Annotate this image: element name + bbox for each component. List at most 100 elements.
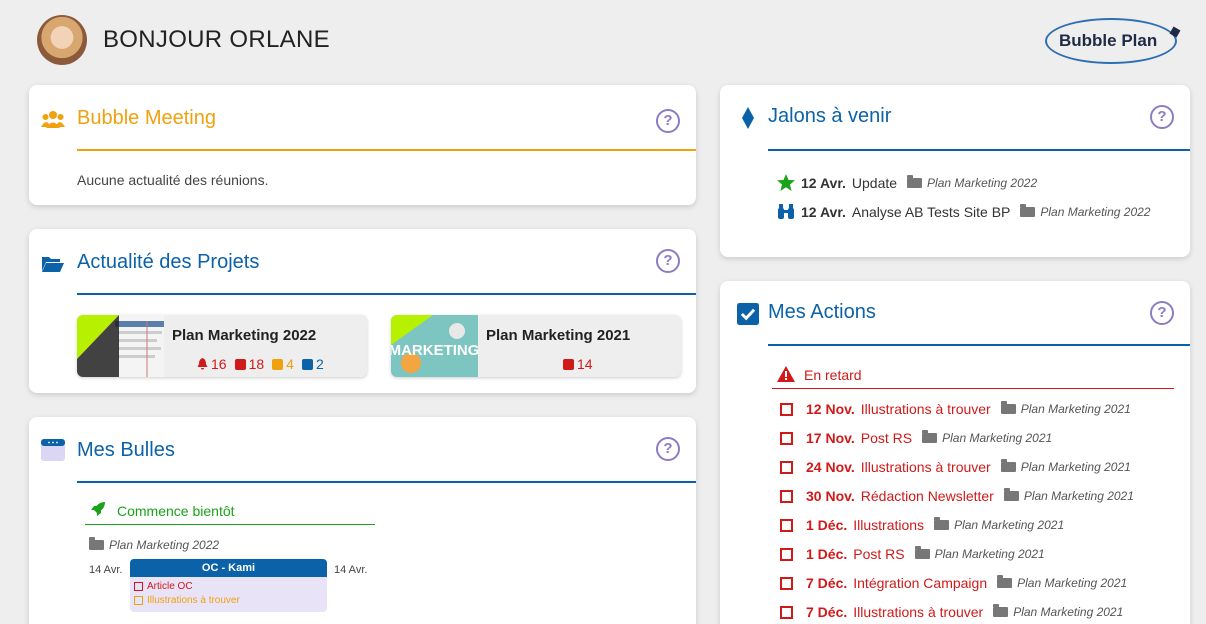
project-name: Plan Marketing 2022 — [109, 538, 220, 552]
folder-icon — [934, 517, 950, 530]
divider — [77, 293, 696, 295]
greeting-title: BONJOUR ORLANE — [103, 26, 330, 53]
page-header: BONJOUR ORLANE Bubble Plan — [0, 0, 1206, 80]
bubble-end-date: 14 Avr. — [334, 564, 368, 576]
overdue-label: En retard — [804, 367, 862, 383]
bubble-card[interactable]: OC - Kami Article OC Illustrations à tro… — [130, 559, 327, 612]
tasks-stat: 18 — [234, 356, 264, 372]
action-name[interactable]: Post RS — [853, 546, 904, 562]
action-name[interactable]: Illustrations à trouver — [853, 604, 983, 620]
bubble-title: OC - Kami — [130, 559, 327, 577]
checkbox-icon[interactable] — [780, 576, 793, 590]
divider — [77, 481, 696, 483]
project-name: Plan Marketing 2021 — [1013, 605, 1124, 619]
help-icon[interactable]: ? — [1150, 301, 1174, 325]
calendar-icon — [41, 439, 65, 461]
project-label: Plan Marketing 2022 — [1020, 203, 1150, 219]
bubble-plan-logo[interactable]: Bubble Plan — [1045, 18, 1181, 64]
project-name: Plan Marketing 2021 — [942, 431, 1053, 445]
events-stat: 2 — [301, 356, 324, 372]
checkbox-icon[interactable] — [780, 489, 793, 503]
tasks-stat: 14 — [563, 356, 593, 372]
todo-stat: 4 — [272, 356, 294, 372]
action-name[interactable]: Rédaction Newsletter — [861, 488, 994, 504]
project-name: Plan Marketing 2021 — [1020, 460, 1131, 474]
milestone-row[interactable]: 12 Avr. Analyse AB Tests Site BP Plan Ma… — [777, 203, 1150, 220]
card-title: Mes Bulles — [77, 439, 175, 461]
action-name[interactable]: Illustrations — [853, 517, 924, 533]
avatar[interactable] — [37, 15, 87, 65]
tasks-count: 14 — [577, 356, 593, 372]
folder-icon — [1000, 401, 1016, 414]
bubble-task[interactable]: Article OC — [130, 579, 327, 593]
star-icon — [777, 174, 795, 191]
milestone-name: Analyse AB Tests Site BP — [851, 203, 1011, 220]
project-tile[interactable]: MARKETING Plan Marketing 2021 14 — [391, 315, 681, 377]
checkbox-icon[interactable] — [780, 431, 793, 445]
action-row[interactable]: 17 Nov. Post RS Plan Marketing 2021 — [780, 430, 1052, 446]
checkbox-icon[interactable] — [780, 460, 793, 474]
project-label: Plan Marketing 2021 — [1003, 488, 1134, 503]
folder-icon — [914, 546, 930, 559]
help-icon[interactable]: ? — [1150, 105, 1174, 129]
action-name[interactable]: Illustrations à trouver — [861, 401, 991, 417]
project-label: Plan Marketing 2021 — [914, 546, 1045, 561]
starting-soon-label: Commence bientôt — [117, 503, 235, 519]
card-title: Jalons à venir — [768, 105, 892, 127]
checkbox-icon[interactable] — [134, 581, 143, 591]
card-title: Bubble Meeting — [77, 107, 216, 129]
action-row[interactable]: 1 Déc. Illustrations Plan Marketing 2021 — [780, 517, 1064, 533]
folder-icon — [1003, 488, 1019, 501]
section-divider — [85, 524, 375, 525]
action-date: 17 Nov. — [806, 430, 855, 446]
overdue-divider — [772, 388, 1174, 389]
action-row[interactable]: 1 Déc. Post RS Plan Marketing 2021 — [780, 546, 1045, 562]
help-icon[interactable]: ? — [656, 249, 680, 273]
bubble-task[interactable]: Illustrations à trouver — [130, 593, 327, 607]
checkbox-icon[interactable] — [780, 547, 793, 561]
checkbox-icon[interactable] — [780, 402, 793, 416]
project-label: Plan Marketing 2021 — [934, 517, 1065, 532]
action-date: 12 Nov. — [806, 401, 855, 417]
rocket-icon — [91, 502, 105, 516]
action-name[interactable]: Intégration Campaign — [853, 575, 987, 591]
help-icon[interactable]: ? — [656, 437, 680, 461]
folder-icon — [922, 430, 938, 443]
action-row[interactable]: 30 Nov. Rédaction Newsletter Plan Marketin… — [780, 488, 1134, 504]
divider — [768, 149, 1190, 151]
project-name: Plan Marketing 2021 — [1017, 576, 1128, 590]
checkbox-checked-icon — [737, 303, 759, 325]
action-row[interactable]: 12 Nov. Illustrations à trouver Plan Marke… — [780, 401, 1131, 417]
action-row[interactable]: 7 Déc. Intégration Campaign Plan Marketing… — [780, 575, 1127, 591]
checkbox-icon[interactable] — [134, 595, 143, 605]
checkbox-icon[interactable] — [780, 605, 793, 619]
checkbox-icon[interactable] — [780, 518, 793, 532]
binoculars-icon — [778, 204, 794, 219]
action-date: 1 Déc. — [806, 517, 848, 533]
folder-icon — [1020, 203, 1036, 217]
project-label: Plan Marketing 2022 — [89, 537, 220, 552]
milestone-name: Update — [851, 174, 898, 191]
action-name[interactable]: Post RS — [861, 430, 912, 446]
thumbnail-text: MARKETING — [391, 342, 478, 359]
card-title: Mes Actions — [768, 301, 876, 323]
checkbox-checked-icon — [563, 358, 574, 370]
help-icon[interactable]: ? — [656, 109, 680, 133]
project-thumbnail: MARKETING — [391, 315, 478, 377]
alerts-stat: 16 — [197, 356, 227, 372]
milestone-row[interactable]: 12 Avr. Update Plan Marketing 2022 — [777, 174, 1037, 191]
action-name[interactable]: Illustrations à trouver — [861, 459, 991, 475]
todo-count: 4 — [286, 356, 294, 372]
my-bubbles-card: Mes Bulles ? Commence bientôt Plan Marke… — [29, 417, 696, 624]
folder-icon — [993, 604, 1009, 617]
action-date: 24 Nov. — [806, 459, 855, 475]
project-name: Plan Marketing 2021 — [954, 518, 1065, 532]
action-row[interactable]: 7 Déc. Illustrations à trouver Plan Market… — [780, 604, 1123, 620]
checkbox-checked-icon — [272, 358, 284, 370]
empty-state-text: Aucune actualité des réunions. — [77, 172, 269, 188]
task-name: Article OC — [147, 580, 193, 592]
action-row[interactable]: 24 Nov. Illustrations à trouver Plan Marke… — [780, 459, 1131, 475]
project-tile[interactable]: Plan Marketing 2022 16 18 4 2 — [77, 315, 367, 377]
diamond-icon — [742, 107, 754, 129]
project-label: Plan Marketing 2021 — [1000, 401, 1131, 416]
